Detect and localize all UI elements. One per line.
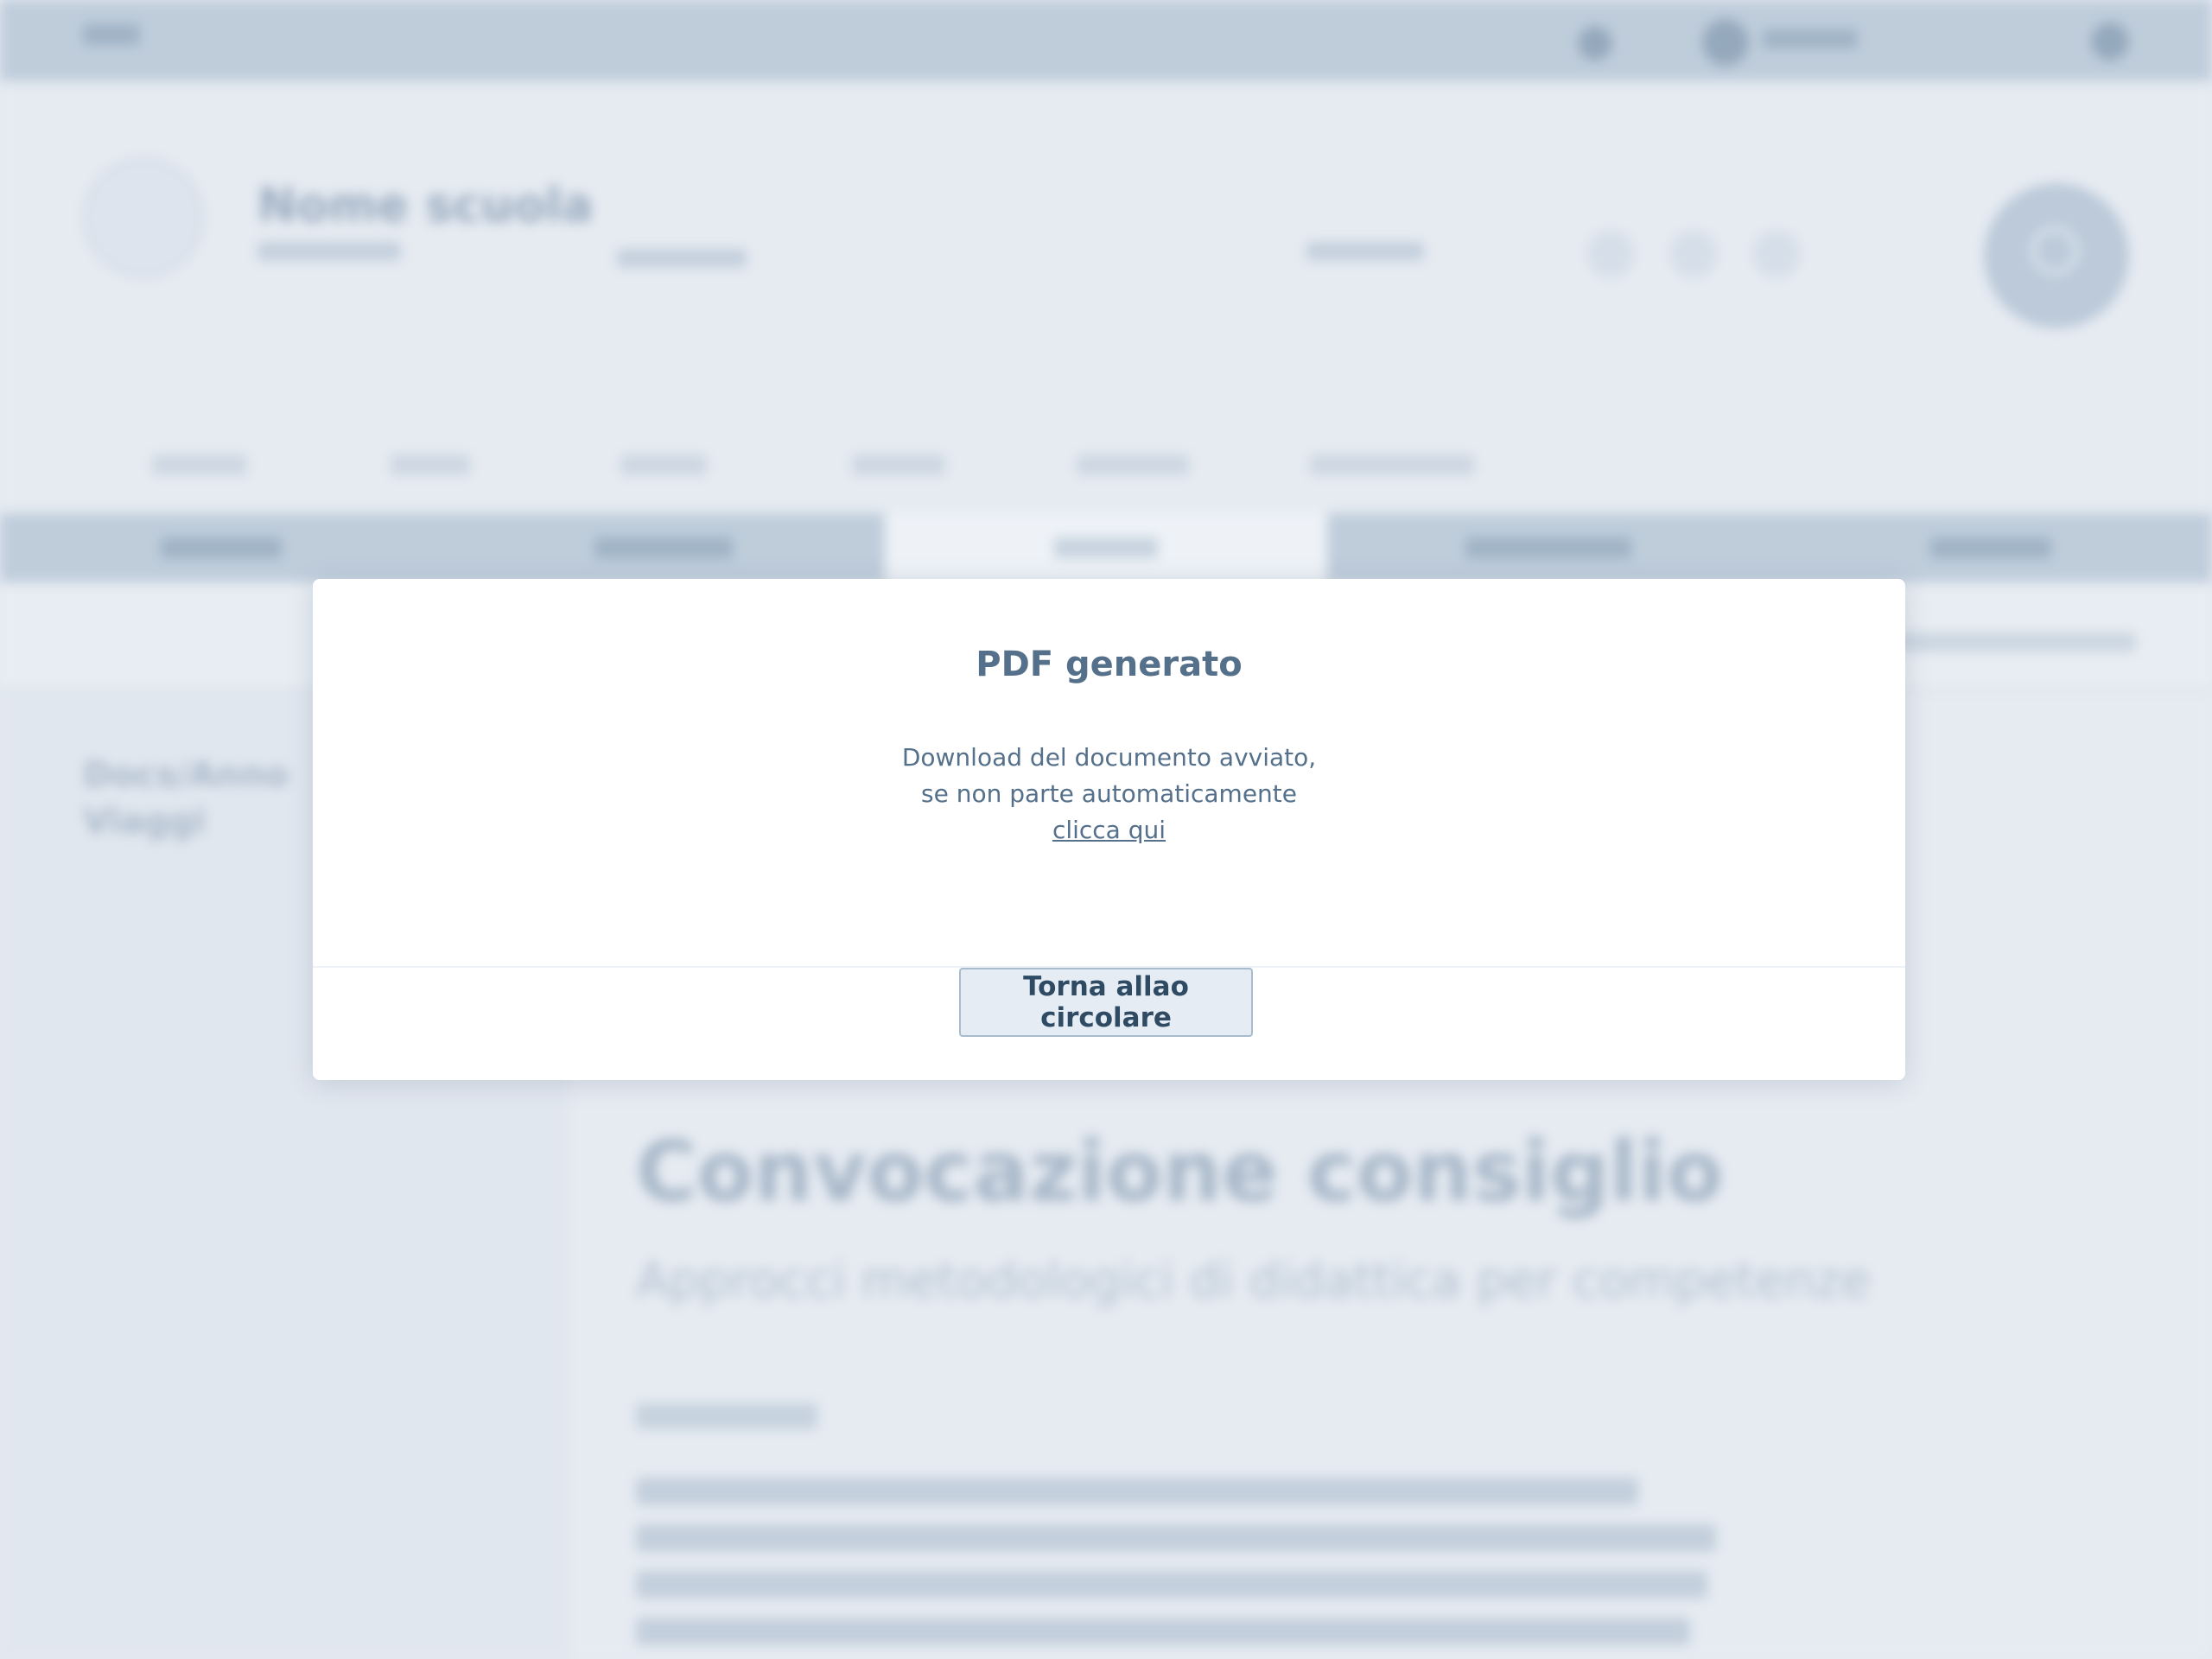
nav-item [1077,454,1189,475]
paragraph-line [636,1524,1716,1552]
back-to-circular-button[interactable]: Torna allao circolare [959,968,1253,1037]
login-link [1763,29,1858,48]
page-subtitle: Approcci metodologici di didattica per c… [636,1253,1871,1309]
section-tabs [0,513,2212,582]
tab-active [885,513,1327,582]
pdf-generated-modal: PDF generato Download del documento avvi… [313,579,1905,1080]
nav-item [852,454,945,475]
sidebar-title: Docs/Anno Viaggi [83,755,289,842]
nav-item [152,454,247,475]
breadcrumb [1897,632,2136,652]
site-header: Nome scuola [0,81,2212,513]
school-subtitle [257,242,401,261]
modal-body-line: se non parte automaticamente [921,779,1297,808]
tab [1770,513,2212,582]
social-icon [1586,230,1635,278]
header-link [617,249,747,268]
top-bar [0,0,2212,81]
modal-title: PDF generato [976,645,1243,684]
tab [1327,513,1770,582]
search-icon [1984,183,2129,328]
user-icon [1702,19,1749,66]
download-link[interactable]: clicca qui [1052,816,1166,844]
paragraph-line [636,1618,1690,1645]
tab [442,513,885,582]
language-icon [1578,26,1612,60]
nav-item [620,454,707,475]
nav-item [391,454,470,475]
nav-item [1310,454,1474,475]
school-name: Nome scuola [257,178,594,232]
header-contacts [1306,242,1424,261]
social-icon [1752,230,1801,278]
menu-icon [2091,22,2129,60]
top-bar-brand [83,24,140,45]
school-logo [83,157,204,278]
tab [0,513,442,582]
social-icon [1669,230,1718,278]
modal-body: Download del documento avviato, se non p… [313,740,1905,849]
page-title: Convocazione consiglio [636,1123,1724,1220]
modal-body-line: Download del documento avviato, [901,743,1317,772]
paragraph-line [636,1478,1638,1505]
publish-date [636,1403,817,1429]
paragraph-line [636,1571,1707,1599]
